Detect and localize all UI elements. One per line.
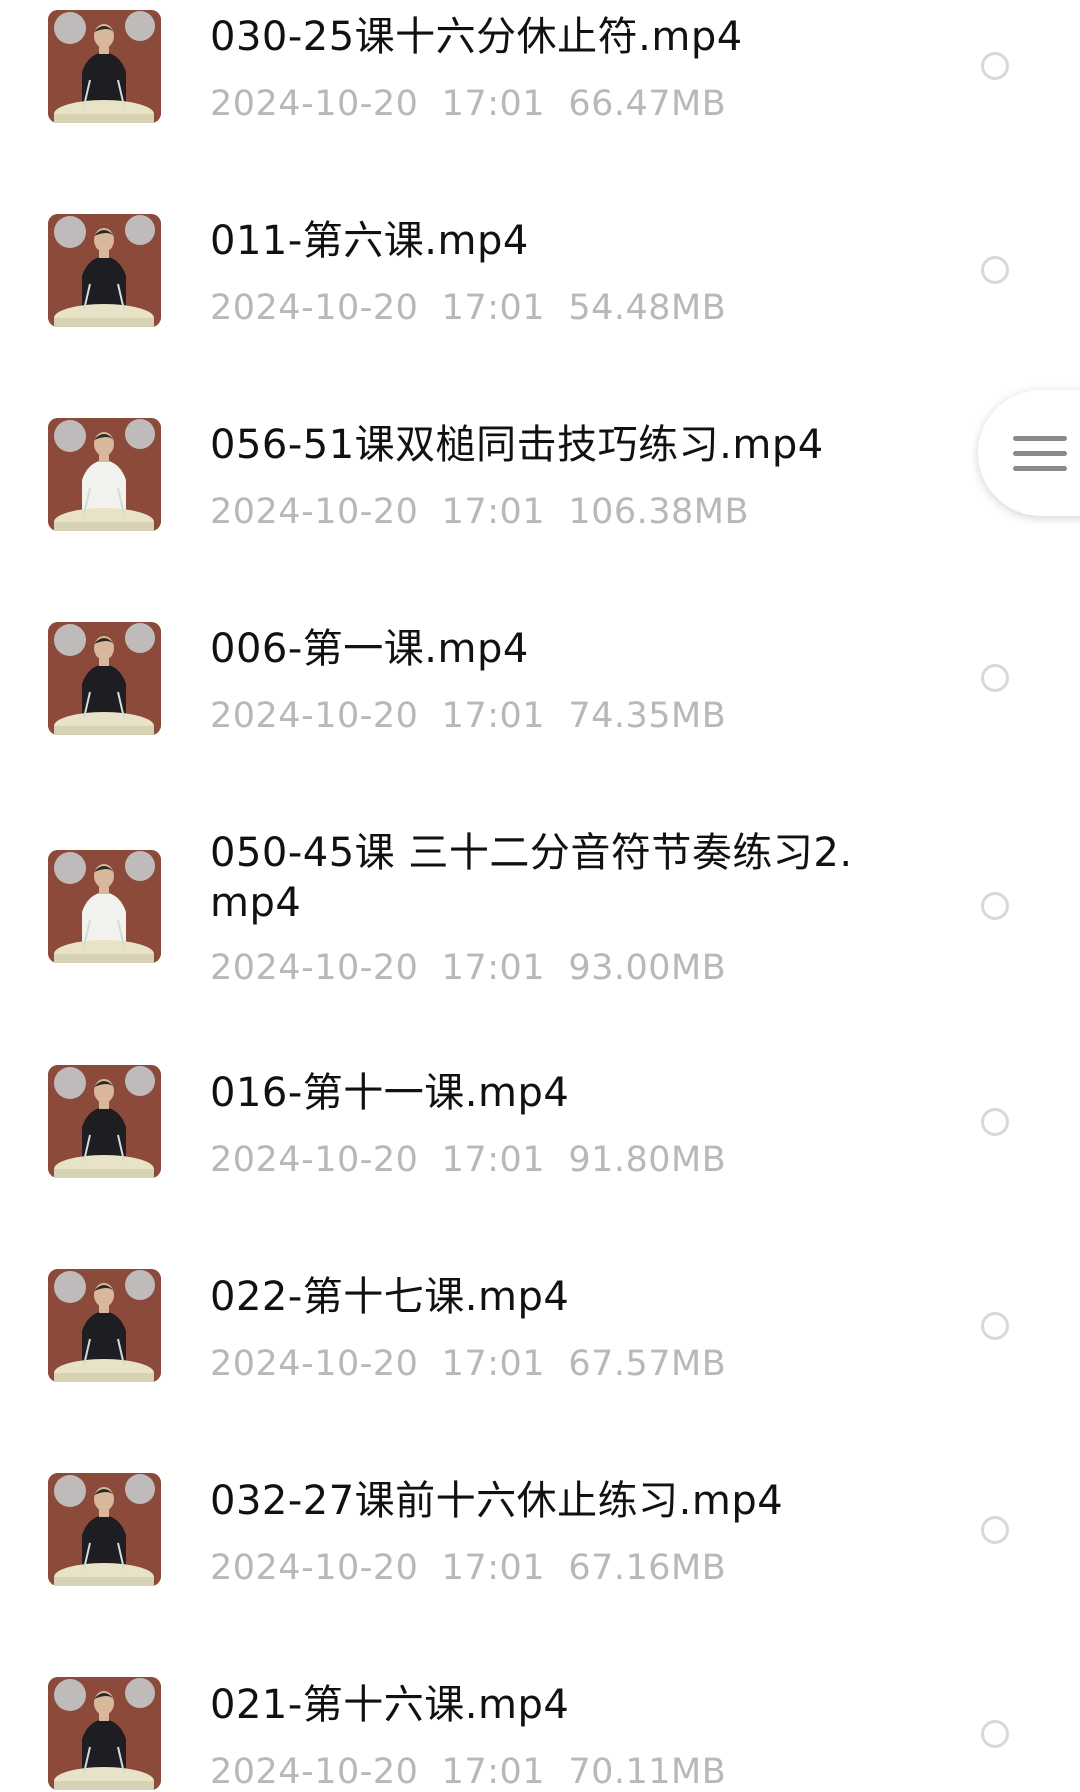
file-date: 2024-10-20 <box>210 84 419 124</box>
file-meta: 2024-10-20 17:01 67.16MB <box>210 1548 726 1588</box>
select-radio[interactable] <box>981 1312 1009 1340</box>
file-name: 006-第一课.mp4 <box>210 626 529 672</box>
file-time: 17:01 <box>441 1140 546 1180</box>
file-size: 93.00MB <box>568 948 727 988</box>
file-date: 2024-10-20 <box>210 1344 419 1384</box>
file-name: 030-25课十六分休止符.mp4 <box>210 14 743 60</box>
hamburger-menu-icon <box>1013 436 1067 472</box>
video-thumbnail <box>48 1269 161 1382</box>
file-meta: 2024-10-20 17:01 70.11MB <box>210 1752 726 1792</box>
video-thumbnail <box>48 1677 161 1790</box>
file-size: 91.80MB <box>568 1140 727 1180</box>
file-date: 2024-10-20 <box>210 948 419 988</box>
file-date: 2024-10-20 <box>210 1140 419 1180</box>
file-size: 74.35MB <box>568 696 727 736</box>
file-name: 011-第六课.mp4 <box>210 218 529 264</box>
file-name: 032-27课前十六休止练习.mp4 <box>210 1478 784 1524</box>
file-size: 66.47MB <box>568 84 727 124</box>
file-list: 030-25课十六分休止符.mp4 2024-10-20 17:01 66.47M… <box>0 0 1080 1792</box>
file-date: 2024-10-20 <box>210 492 419 532</box>
select-radio[interactable] <box>981 1720 1009 1748</box>
file-time: 17:01 <box>441 1548 546 1588</box>
file-date: 2024-10-20 <box>210 288 419 328</box>
file-date: 2024-10-20 <box>210 1548 419 1588</box>
file-name: 022-第十七课.mp4 <box>210 1274 570 1320</box>
select-radio[interactable] <box>981 1516 1009 1544</box>
video-thumbnail <box>48 850 161 963</box>
file-meta: 2024-10-20 17:01 54.48MB <box>210 288 726 328</box>
file-size: 54.48MB <box>568 288 727 328</box>
file-time: 17:01 <box>441 1344 546 1384</box>
file-time: 17:01 <box>441 492 546 532</box>
video-thumbnail <box>48 10 161 123</box>
video-thumbnail <box>48 622 161 735</box>
select-radio[interactable] <box>981 664 1009 692</box>
file-date: 2024-10-20 <box>210 1752 419 1792</box>
file-size: 67.16MB <box>568 1548 727 1588</box>
video-thumbnail <box>48 1065 161 1178</box>
file-meta: 2024-10-20 17:01 67.57MB <box>210 1344 726 1384</box>
file-meta: 2024-10-20 17:01 93.00MB <box>210 948 726 988</box>
file-size: 106.38MB <box>568 492 749 532</box>
file-date: 2024-10-20 <box>210 696 419 736</box>
file-name: 050-45课 三十二分音符节奏练习2.mp4 <box>210 830 853 926</box>
file-name: 056-51课双槌同击技巧练习.mp4 <box>210 422 824 468</box>
file-name: 016-第十一课.mp4 <box>210 1070 570 1116</box>
file-size: 70.11MB <box>568 1752 727 1792</box>
file-time: 17:01 <box>441 696 546 736</box>
select-radio[interactable] <box>981 256 1009 284</box>
file-meta: 2024-10-20 17:01 74.35MB <box>210 696 726 736</box>
select-radio[interactable] <box>981 52 1009 80</box>
video-thumbnail <box>48 418 161 531</box>
file-time: 17:01 <box>441 1752 546 1792</box>
file-time: 17:01 <box>441 948 546 988</box>
file-meta: 2024-10-20 17:01 106.38MB <box>210 492 749 532</box>
select-radio[interactable] <box>981 1108 1009 1136</box>
video-thumbnail <box>48 214 161 327</box>
file-size: 67.57MB <box>568 1344 727 1384</box>
file-meta: 2024-10-20 17:01 91.80MB <box>210 1140 726 1180</box>
video-thumbnail <box>48 1473 161 1586</box>
file-time: 17:01 <box>441 288 546 328</box>
file-meta: 2024-10-20 17:01 66.47MB <box>210 84 726 124</box>
file-time: 17:01 <box>441 84 546 124</box>
select-radio[interactable] <box>981 892 1009 920</box>
file-name: 021-第十六课.mp4 <box>210 1682 570 1728</box>
